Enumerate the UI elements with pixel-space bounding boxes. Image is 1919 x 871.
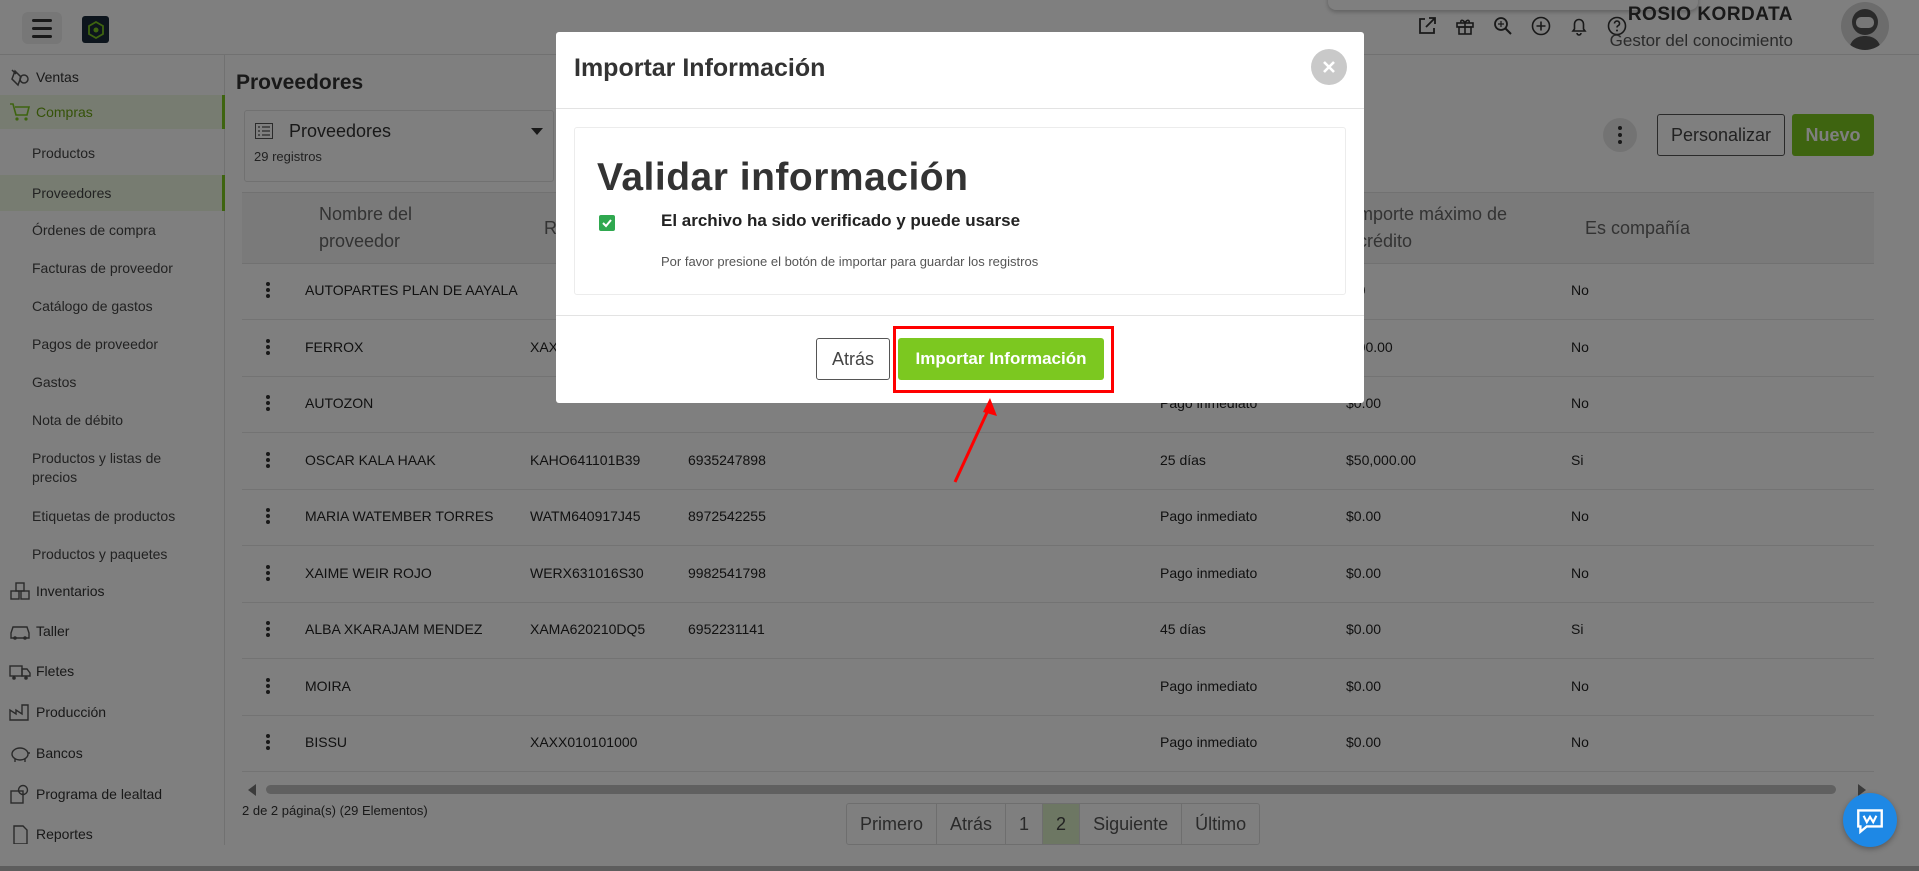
close-icon <box>1323 61 1335 73</box>
annotation-highlight-box <box>893 326 1114 393</box>
validation-hint: Por favor presione el botón de importar … <box>661 254 1039 269</box>
back-button[interactable]: Atrás <box>816 338 890 380</box>
modal-title: Importar Información <box>574 54 826 82</box>
divider <box>556 108 1364 109</box>
annotation-arrow-icon <box>953 398 997 483</box>
modal-close-button[interactable] <box>1311 49 1347 85</box>
chat-widget-button[interactable] <box>1843 793 1897 847</box>
check-icon <box>599 215 615 231</box>
divider <box>556 315 1364 316</box>
validation-heading: Validar información <box>597 156 969 199</box>
chat-icon <box>1857 809 1883 835</box>
validation-card: Validar información El archivo ha sido v… <box>574 127 1346 295</box>
validation-status: El archivo ha sido verificado y puede us… <box>661 211 1021 230</box>
